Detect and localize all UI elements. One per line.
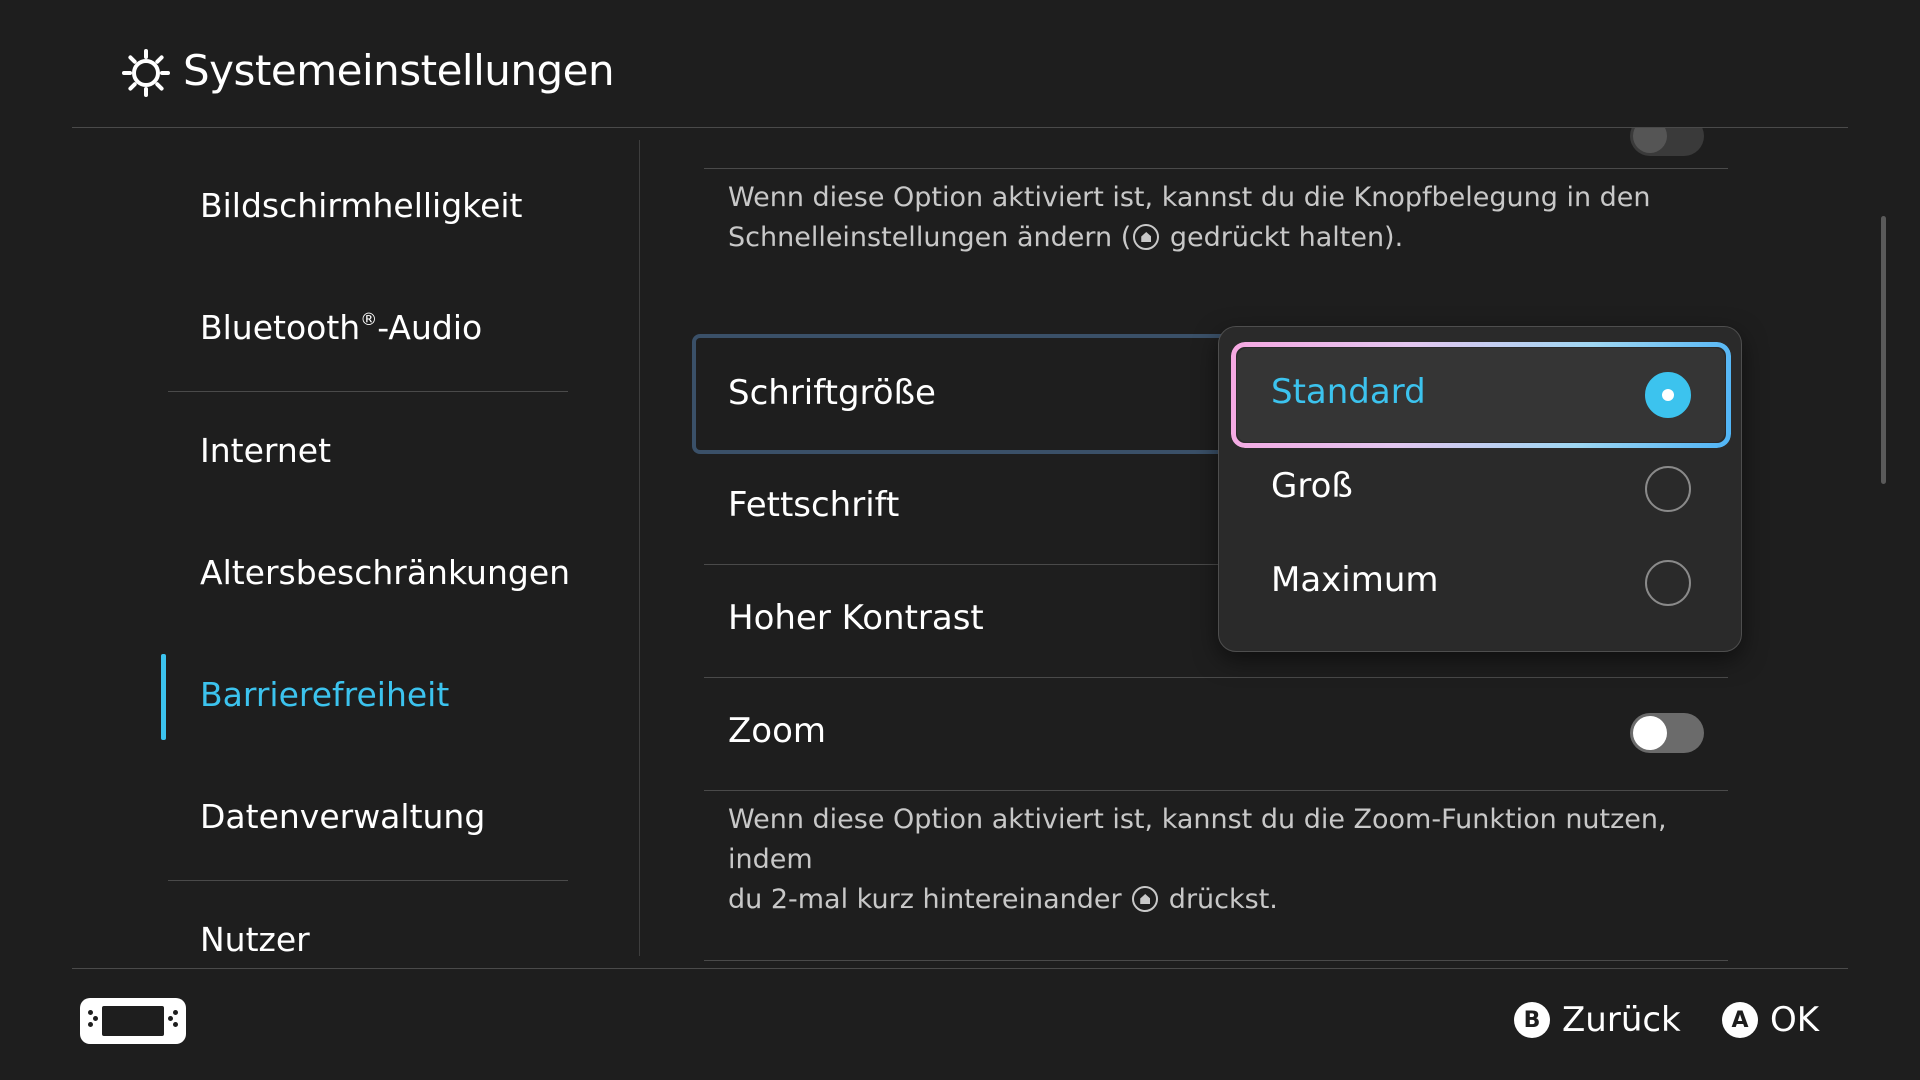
row-divider — [704, 677, 1728, 678]
b-button-icon: B — [1514, 1002, 1550, 1038]
home-button-icon — [1133, 224, 1160, 250]
sidebar-item-label: Bluetooth — [200, 308, 361, 347]
row-divider — [704, 168, 1728, 169]
page-title: Systemeinstellungen — [183, 46, 615, 95]
sidebar-item-label: Datenverwaltung — [200, 797, 486, 836]
home-button-icon — [1132, 886, 1159, 912]
button-mapping-toggle[interactable] — [1630, 128, 1704, 156]
toggle-knob — [1633, 716, 1667, 750]
scrollbar[interactable] — [1881, 216, 1886, 484]
description-line: Wenn diese Option aktiviert ist, kannst … — [728, 182, 1651, 213]
row-divider — [704, 960, 1728, 961]
a-button-icon: A — [1722, 1002, 1758, 1038]
option-gross[interactable]: Groß — [1237, 442, 1725, 536]
setting-zoom[interactable]: Zoom — [728, 711, 826, 751]
toggle-knob — [1633, 128, 1667, 153]
ok-button[interactable]: A OK — [1722, 998, 1819, 1042]
gear-icon — [122, 49, 170, 97]
sidebar-item-label: Barrierefreiheit — [200, 675, 450, 714]
option-maximum[interactable]: Maximum — [1237, 536, 1725, 630]
sidebar-item-bluetooth-audio[interactable]: Bluetooth®-Audio — [200, 308, 482, 347]
description-text: du 2-mal kurz hintereinander — [728, 884, 1131, 915]
registered-mark: ® — [360, 310, 378, 330]
console-button-dot — [173, 1022, 178, 1027]
option-label: Standard — [1271, 372, 1426, 412]
description-line: du 2-mal kurz hintereinander drückst. — [728, 880, 1708, 920]
sidebar-separator — [168, 391, 568, 392]
sidebar-item-altersbeschraenkungen[interactable]: Altersbeschränkungen — [200, 553, 570, 592]
font-size-dropdown: Standard Groß Maximum — [1218, 326, 1742, 652]
sidebar-item-label: Altersbeschränkungen — [200, 553, 571, 592]
description-text: Schnelleinstellungen ändern ( — [728, 222, 1132, 253]
back-label: Zurück — [1562, 1000, 1681, 1040]
option-standard[interactable]: Standard — [1237, 348, 1725, 442]
radio-empty-icon — [1645, 560, 1691, 606]
setting-schriftgroesse[interactable]: Schriftgröße — [728, 373, 936, 413]
console-button-dot — [168, 1016, 173, 1021]
zoom-description: Wenn diese Option aktiviert ist, kannst … — [728, 800, 1708, 920]
sidebar-item-label-suffix: -Audio — [377, 308, 483, 347]
option-label: Maximum — [1271, 560, 1439, 600]
button-mapping-description: Wenn diese Option aktiviert ist, kannst … — [728, 178, 1708, 258]
console-button-dot — [93, 1016, 98, 1021]
console-button-dot — [88, 1010, 93, 1015]
sidebar-item-nutzer[interactable]: Nutzer — [200, 920, 310, 959]
sidebar-item-internet[interactable]: Internet — [200, 431, 331, 470]
description-text: gedrückt halten). — [1161, 222, 1404, 253]
sidebar-item-bildschirmhelligkeit[interactable]: Bildschirmhelligkeit — [200, 186, 523, 225]
description-line: Schnelleinstellungen ändern ( gedrückt h… — [728, 218, 1708, 258]
settings-screen: Systemeinstellungen Bildschirmhelligkeit… — [0, 0, 1920, 1080]
sidebar-separator — [168, 880, 568, 881]
header: Systemeinstellungen — [0, 0, 1920, 128]
row-divider — [704, 790, 1728, 791]
radio-empty-icon — [1645, 466, 1691, 512]
sidebar-item-barrierefreiheit[interactable]: Barrierefreiheit — [200, 675, 449, 714]
sidebar-item-label: Bildschirmhelligkeit — [200, 186, 523, 225]
ok-label: OK — [1770, 1000, 1820, 1040]
back-button[interactable]: B Zurück — [1514, 998, 1681, 1042]
sidebar-item-label: Nutzer — [200, 920, 310, 959]
console-screen — [102, 1006, 164, 1036]
sidebar-item-datenverwaltung[interactable]: Datenverwaltung — [200, 797, 485, 836]
console-button-dot — [173, 1010, 178, 1015]
zoom-toggle[interactable] — [1630, 713, 1704, 753]
description-line: Wenn diese Option aktiviert ist, kannst … — [728, 804, 1667, 875]
description-text: drückst. — [1160, 884, 1278, 915]
footer-divider — [72, 968, 1848, 969]
console-button-dot — [88, 1022, 93, 1027]
radio-selected-icon — [1645, 372, 1691, 418]
console-icon — [80, 998, 186, 1044]
setting-fettschrift[interactable]: Fettschrift — [728, 485, 899, 525]
sidebar-active-indicator — [161, 654, 166, 740]
sidebar-item-label: Internet — [200, 431, 332, 470]
option-label: Groß — [1271, 466, 1353, 506]
sidebar: Bildschirmhelligkeit Bluetooth®-Audio In… — [0, 128, 640, 968]
setting-hoher-kontrast[interactable]: Hoher Kontrast — [728, 598, 984, 638]
